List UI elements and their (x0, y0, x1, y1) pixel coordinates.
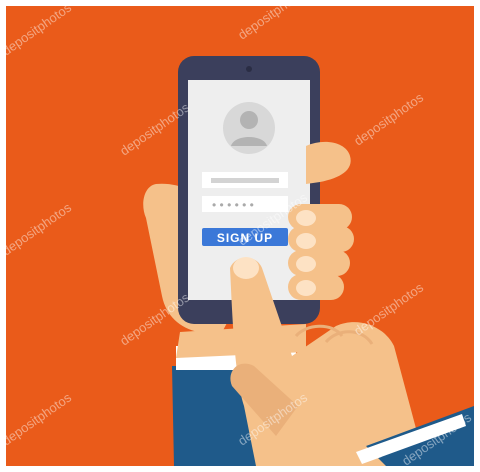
phone-camera (246, 66, 252, 72)
username-field-line (211, 178, 279, 183)
password-mask: • • • • • • (212, 198, 254, 212)
phone-signup-illustration: • • • • • • SIGN UP depositphotos deposi… (6, 6, 474, 466)
illustration-frame: • • • • • • SIGN UP depositphotos deposi… (6, 6, 474, 466)
avatar-head-icon (240, 111, 258, 129)
fingertip (233, 257, 259, 279)
